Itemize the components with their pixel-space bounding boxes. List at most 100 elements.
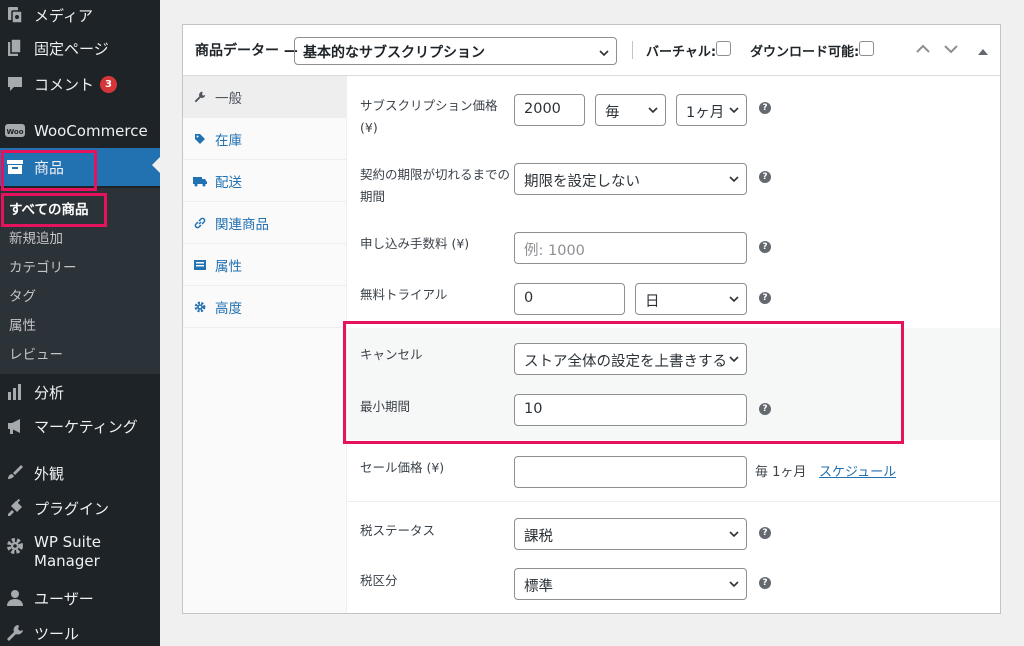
tab-inventory[interactable]: 在庫: [183, 118, 346, 160]
menu-item-analytics[interactable]: 分析: [0, 380, 160, 404]
comment-count-badge: 3: [100, 75, 118, 93]
tax-class-select[interactable]: 標準: [514, 568, 747, 600]
menu-item-tools[interactable]: ツール: [0, 621, 160, 645]
tax-status-select[interactable]: 課税: [514, 518, 747, 550]
schedule-link[interactable]: スケジュール: [819, 461, 896, 480]
menu-item-users[interactable]: ユーザー: [0, 586, 160, 610]
user-icon: [5, 588, 25, 608]
menu-label-line2: Manager: [34, 552, 100, 570]
trial-length-value: 0: [524, 290, 534, 306]
gear-icon: [193, 301, 207, 313]
cancel-label: キャンセル: [360, 347, 423, 362]
help-icon[interactable]: ?: [759, 241, 771, 253]
page-icon: [5, 38, 25, 58]
toggle-panel-icon[interactable]: [978, 45, 988, 59]
plugin-icon: [5, 498, 25, 518]
downloadable-checkbox[interactable]: [859, 41, 874, 56]
menu-label: プラグイン: [34, 499, 110, 518]
wrench-icon: [5, 623, 25, 643]
chevron-down-icon: [729, 531, 739, 538]
menu-item-pages[interactable]: 固定ページ: [0, 36, 160, 60]
trial-length-input[interactable]: 0: [514, 283, 625, 315]
submenu-all-products[interactable]: すべての商品: [9, 198, 89, 218]
help-icon[interactable]: ?: [759, 527, 771, 539]
menu-label: ユーザー: [34, 589, 94, 608]
submenu-tags[interactable]: タグ: [9, 285, 36, 305]
comment-icon: [5, 74, 25, 94]
tab-general[interactable]: 一般: [183, 76, 346, 118]
menu-item-wp-suite-manager[interactable]: WP Suite Manager: [0, 533, 160, 573]
chevron-down-icon: [729, 581, 739, 588]
chevron-down-icon: [648, 107, 658, 114]
signup-fee-placeholder: 例: 1000: [524, 243, 585, 259]
trial-period-select[interactable]: 日: [635, 283, 747, 315]
wrench-icon: [193, 91, 207, 103]
tax-status-value: 課税: [524, 529, 553, 545]
tab-advanced[interactable]: 高度: [183, 286, 346, 328]
virtual-label: バーチャル:: [646, 45, 717, 60]
menu-item-comments[interactable]: コメント 3: [0, 72, 160, 96]
help-icon[interactable]: ?: [759, 102, 771, 114]
truck-icon: [193, 175, 207, 187]
minimum-term-label: 最小期間: [360, 399, 411, 414]
menu-item-products[interactable]: 商品: [0, 148, 160, 186]
menu-item-media[interactable]: メディア: [0, 3, 160, 27]
tab-shipping[interactable]: 配送: [183, 160, 346, 202]
panel-title-text: 商品データー: [195, 43, 279, 59]
brush-icon: [5, 463, 25, 483]
minimum-term-input[interactable]: 10: [514, 394, 747, 426]
submenu-categories[interactable]: カテゴリー: [9, 256, 77, 276]
cancel-setting-select[interactable]: ストア全体の設定を上書きする: [514, 343, 747, 375]
submenu-reviews[interactable]: レビュー: [9, 343, 63, 363]
move-up-icon[interactable]: [916, 43, 930, 57]
chevron-down-icon: [729, 356, 739, 363]
expire-value: 期限を設定しない: [524, 174, 640, 190]
menu-item-marketing[interactable]: マーケティング: [0, 414, 160, 438]
help-icon[interactable]: ?: [759, 292, 771, 304]
tab-attributes[interactable]: 属性: [183, 244, 346, 286]
product-type-select[interactable]: 基本的なサブスクリプション: [294, 37, 617, 65]
menu-label: 固定ページ: [34, 39, 109, 58]
list-icon: [193, 259, 207, 271]
period-value: 1ヶ月: [686, 105, 725, 121]
header-divider: [632, 41, 633, 59]
trial-period-value: 日: [645, 294, 660, 310]
sale-price-input[interactable]: [514, 456, 747, 488]
downloadable-label: ダウンロード可能:: [750, 45, 860, 60]
help-icon[interactable]: ?: [759, 171, 771, 183]
archive-icon: [5, 157, 25, 177]
move-down-icon[interactable]: [944, 43, 958, 57]
tab-linked-products[interactable]: 関連商品: [183, 202, 346, 244]
menu-label: 分析: [34, 383, 65, 402]
menu-item-plugins[interactable]: プラグイン: [0, 496, 160, 520]
signup-fee-label: 申し込み手数料 (¥): [360, 236, 470, 251]
submenu-attributes[interactable]: 属性: [9, 314, 36, 334]
help-icon[interactable]: ?: [759, 403, 771, 415]
bar-chart-icon: [5, 382, 25, 402]
menu-item-woocommerce[interactable]: Woo WooCommerce: [0, 119, 160, 143]
help-icon[interactable]: ?: [759, 577, 771, 589]
expire-label-line1: 契約の期限が切れるまでの: [360, 167, 511, 182]
tax-class-label: 税区分: [360, 573, 398, 588]
section-divider: [347, 501, 1000, 502]
menu-label: ツール: [34, 624, 80, 643]
svg-text:Woo: Woo: [6, 128, 23, 136]
sale-price-period: 毎 1ヶ月: [755, 465, 807, 480]
minimum-term-value: 10: [524, 401, 543, 417]
menu-item-appearance[interactable]: 外観: [0, 461, 160, 485]
tab-label: 関連商品: [215, 216, 269, 233]
menu-label: 商品: [34, 158, 65, 177]
virtual-checkbox[interactable]: [716, 41, 731, 56]
woocommerce-icon: Woo: [5, 121, 25, 141]
billing-interval-select[interactable]: 毎: [595, 94, 666, 126]
menu-label: コメント: [34, 75, 95, 94]
tax-status-label: 税ステータス: [360, 523, 436, 538]
tab-label: 在庫: [215, 132, 242, 149]
billing-period-select[interactable]: 1ヶ月: [676, 94, 747, 126]
subscription-price-input[interactable]: 2000: [514, 94, 585, 126]
product-data-tabs: 一般 在庫 配送 関連商品 属性 高度: [183, 76, 347, 613]
signup-fee-input[interactable]: 例: 1000: [514, 232, 747, 264]
expire-label-line2: 期間: [360, 189, 386, 204]
subscription-length-select[interactable]: 期限を設定しない: [514, 163, 747, 195]
submenu-add-new[interactable]: 新規追加: [9, 227, 63, 247]
